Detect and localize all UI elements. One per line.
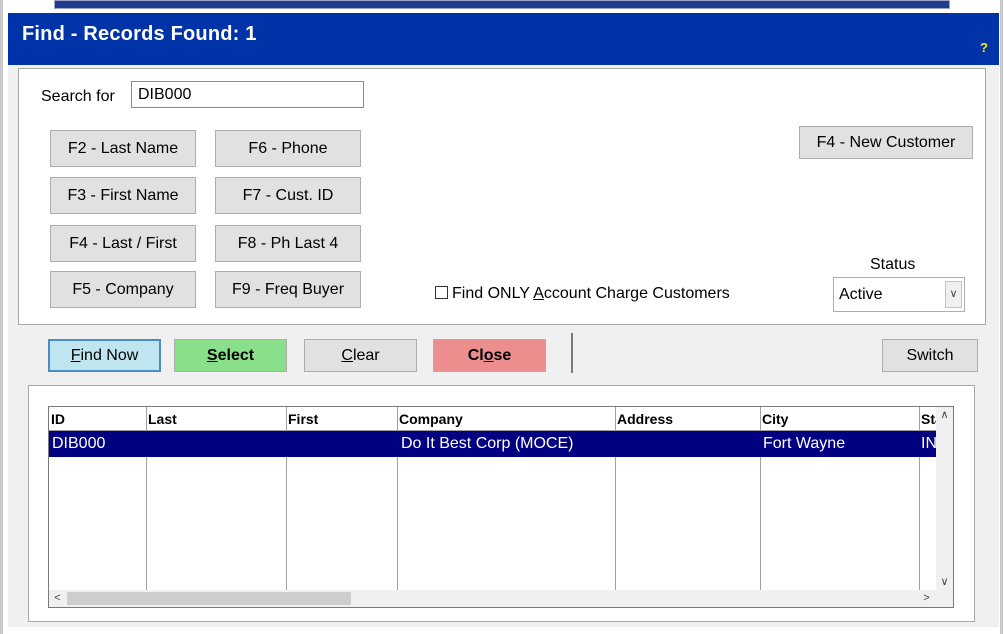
window-edge-left [0,0,3,634]
cell-company[interactable]: Do It Best Corp (MOCE) [401,435,573,453]
column-header-company[interactable]: Company [399,411,463,427]
checkbox-box[interactable] [435,286,448,299]
f9-freq-buyer-button[interactable]: F9 - Freq Buyer [215,271,361,308]
close-label-suffix: se [493,347,512,364]
cell-city[interactable]: Fort Wayne [763,435,845,453]
window-title: Find - Records Found: 1 [22,23,257,45]
status-select[interactable]: Active ∨ [833,277,965,312]
f7-cust-id-button[interactable]: F7 - Cust. ID [215,177,361,214]
chevron-down-icon[interactable]: ∨ [945,281,962,308]
select-label: elect [217,347,255,364]
switch-button[interactable]: Switch [882,339,978,372]
toolbar-divider [571,333,573,373]
help-icon[interactable]: ? [980,40,988,55]
status-value: Active [839,286,883,303]
column-header-first[interactable]: First [288,411,318,427]
search-label: Search for [41,88,115,105]
f4-last-first-button[interactable]: F4 - Last / First [50,225,196,262]
account-charge-label-suffix: ccount Charge Customers [543,285,730,302]
horizontal-scrollbar[interactable]: < > [49,590,953,607]
background-window-titlebar [54,0,950,9]
f5-company-button[interactable]: F5 - Company [50,271,196,308]
column-header-last[interactable]: Last [148,411,177,427]
f2-last-name-button[interactable]: F2 - Last Name [50,130,196,167]
f8-ph-last4-button[interactable]: F8 - Ph Last 4 [215,225,361,262]
find-now-button[interactable]: Find Now [48,339,161,372]
status-label: Status [870,256,916,273]
clear-accel: C [341,347,353,364]
close-label-prefix: Cl [467,347,484,364]
account-charge-checkbox[interactable]: Find ONLY Account Charge Customers [435,285,730,303]
chevron-left-icon[interactable]: < [49,590,66,607]
scrollbar-thumb[interactable] [67,592,351,605]
new-customer-button[interactable]: F4 - New Customer [799,126,973,159]
account-charge-accel: A [533,285,544,302]
chevron-down-icon[interactable]: ∨ [936,574,953,591]
clear-label: lear [352,347,380,364]
close-button[interactable]: Close [433,339,546,372]
select-accel: S [206,347,218,364]
find-now-label: ind Now [80,347,139,364]
title-bar[interactable]: Find - Records Found: 1 ? [8,13,999,65]
column-header-address[interactable]: Address [617,411,673,427]
f3-first-name-button[interactable]: F3 - First Name [50,177,196,214]
window-edge-right [1000,0,1003,634]
clear-button[interactable]: Clear [304,339,417,372]
column-header-state[interactable]: Sta [921,411,937,427]
account-charge-label-prefix: Find ONLY [452,285,534,302]
cell-id[interactable]: DIB000 [52,435,105,453]
chevron-right-icon[interactable]: > [918,590,935,607]
search-input[interactable] [131,81,364,108]
column-header-city[interactable]: City [762,411,788,427]
column-header-id[interactable]: ID [51,411,65,427]
vertical-scrollbar[interactable]: ∧ ∨ [936,407,953,591]
cell-state[interactable]: IN [921,435,937,453]
f6-phone-button[interactable]: F6 - Phone [215,130,361,167]
chevron-up-icon[interactable]: ∧ [936,407,953,424]
select-button[interactable]: Select [174,339,287,372]
results-grid[interactable]: ID Last First Company Address City Sta D… [48,406,954,608]
